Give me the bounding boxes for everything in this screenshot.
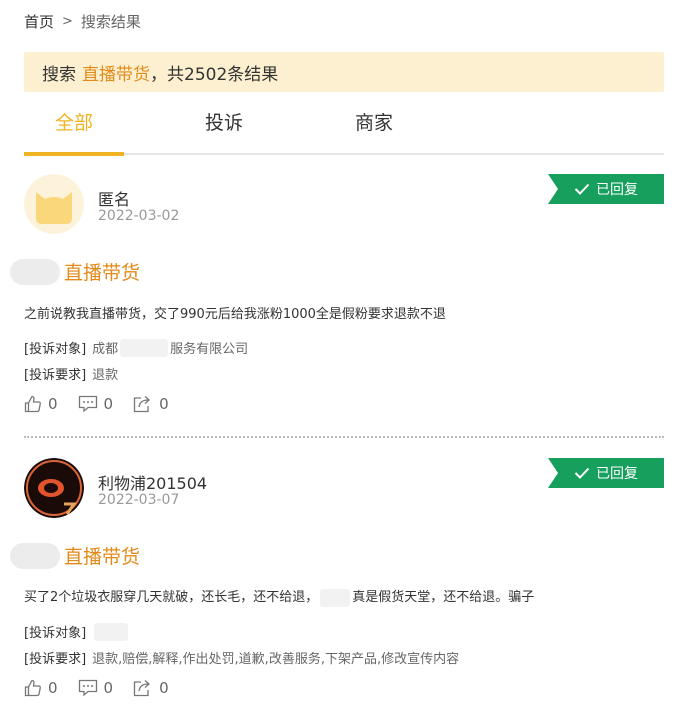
complaint-request-label: [投诉要求] [24,652,87,667]
complaint-request: [投诉要求] 退款,赔偿,解释,作出处罚,道歉,改善服务,下架产品,修改宣传内容 [24,648,459,667]
redacted-area [10,542,60,569]
result-divider [24,436,664,438]
share-icon [133,680,151,697]
complaint-description-part-2: 真是假货天堂，还不给退。骗子 [352,590,535,605]
breadcrumb: 首页 > 搜索结果 [24,10,141,32]
share-icon [133,396,151,413]
complaint-request-value: 退款 [92,368,119,383]
complaint-request-label: [投诉要求] [24,368,87,383]
redacted-area [320,588,351,607]
checkmark-icon [574,183,590,195]
tab-complaints[interactable]: 投诉 [174,96,274,153]
comment-count: 0 [103,679,114,697]
active-tab-indicator [24,152,124,156]
breadcrumb-current: 搜索结果 [80,12,141,31]
thumbs-up-icon [24,679,41,697]
post-actions: 0 0 0 [24,679,189,697]
complaint-target-value-suffix[interactable]: 服务有限公司 [170,338,248,357]
post-date: 2022-03-07 [98,492,180,508]
complaint-target-label: [投诉对象] [24,342,87,357]
complaint-title[interactable]: 直播带货 [10,258,141,285]
replied-badge: 已回复 [548,174,664,204]
post-actions: 0 0 0 [24,395,189,413]
result-card[interactable]: 匿名 2022-03-02 已回复 直播带货 之前说教我直播带货，交了990元后… [10,174,664,430]
badge-label: 已回复 [596,182,638,198]
search-summary-bar: 搜索 直播带货 ，共2502条结果 [24,52,664,92]
complaint-target-value-prefix[interactable]: 成都 [92,338,118,357]
complaint-target: [投诉对象] [24,622,130,641]
complaint-description: 买了2个垃圾衣服穿几天就破，还长毛，还不给退， 真是假货天堂，还不给退。骗子 [24,586,534,607]
redacted-area [120,338,169,357]
result-tabs: 全部 投诉 商家 [24,96,664,156]
redacted-area [94,622,129,641]
complaint-request: [投诉要求] 退款 [24,364,118,383]
like-button[interactable]: 0 [24,679,58,697]
user-name[interactable]: 匿名 [98,186,130,210]
redacted-area [10,258,60,285]
search-keyword: 直播带货 [82,64,150,85]
breadcrumb-separator: > [62,13,73,29]
checkmark-icon [574,467,590,479]
result-card[interactable]: 利物浦201504 2022-03-07 已回复 直播带货 买了2个垃圾衣服穿几… [10,458,664,714]
complaint-description: 之前说教我直播带货，交了990元后给我涨粉1000全是假粉要求退款不退 [24,307,446,322]
complaint-title-text: 直播带货 [64,546,141,568]
share-button[interactable]: 0 [133,395,169,413]
avatar[interactable] [24,458,84,518]
comment-count: 0 [103,395,114,413]
like-count: 0 [48,679,58,697]
avatar[interactable] [24,174,84,234]
comment-icon [78,395,97,413]
thumbs-up-icon [24,395,41,413]
post-date: 2022-03-02 [98,208,180,224]
tab-all[interactable]: 全部 [24,96,124,153]
tab-merchants[interactable]: 商家 [324,96,424,153]
complaint-target-label: [投诉对象] [24,626,87,641]
search-result-count: ，共2502条结果 [150,64,279,85]
badge-label: 已回复 [596,466,638,482]
user-photo-avatar-icon [24,458,84,518]
search-prefix: 搜索 [42,64,76,85]
comment-button[interactable]: 0 [78,679,114,697]
like-button[interactable]: 0 [24,395,58,413]
complaint-target: [投诉对象] 成都 服务有限公司 [24,338,248,357]
complaint-request-value: 退款,赔偿,解释,作出处罚,道歉,改善服务,下架产品,修改宣传内容 [92,652,460,667]
complaint-title-text: 直播带货 [64,262,141,284]
user-name[interactable]: 利物浦201504 [98,470,207,494]
comment-icon [78,679,97,697]
breadcrumb-home-link[interactable]: 首页 [24,11,54,32]
share-button[interactable]: 0 [133,679,169,697]
complaint-title[interactable]: 直播带货 [10,542,141,569]
share-count: 0 [159,679,169,697]
cat-avatar-icon [24,174,84,234]
like-count: 0 [48,395,58,413]
replied-badge: 已回复 [548,458,664,488]
comment-button[interactable]: 0 [78,395,114,413]
share-count: 0 [159,395,169,413]
complaint-description-part-1: 买了2个垃圾衣服穿几天就破，还长毛，还不给退， [24,590,319,605]
